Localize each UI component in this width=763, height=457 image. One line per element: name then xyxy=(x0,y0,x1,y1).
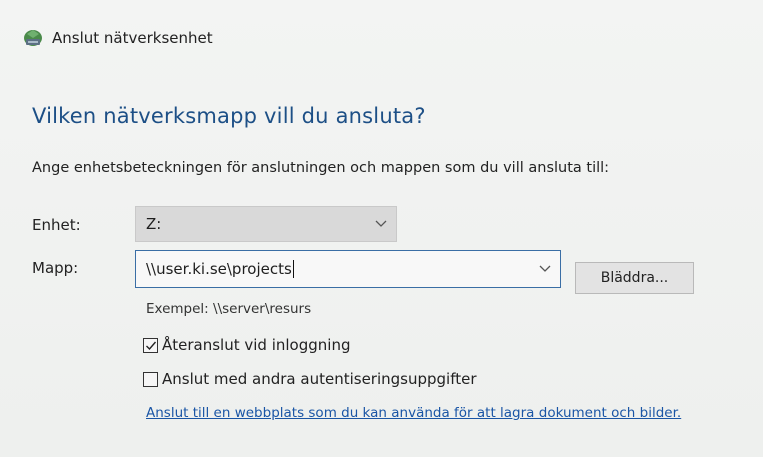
folder-input[interactable]: \\user.ki.se\projects xyxy=(135,250,561,288)
page-heading: Vilken nätverksmapp vill du ansluta? xyxy=(32,104,426,128)
drive-value: Z: xyxy=(146,215,162,233)
chevron-down-icon xyxy=(374,216,388,230)
folder-label: Mapp: xyxy=(32,259,79,277)
drive-select[interactable]: Z: xyxy=(135,206,397,242)
text-caret xyxy=(292,260,294,278)
other-credentials-option[interactable]: Anslut med andra autentiseringsuppgifter xyxy=(143,370,477,388)
reconnect-option[interactable]: Återanslut vid inloggning xyxy=(143,336,350,354)
chevron-down-icon[interactable] xyxy=(538,261,552,275)
reconnect-label: Återanslut vid inloggning xyxy=(162,336,351,354)
network-drive-icon xyxy=(22,27,44,49)
window-title: Anslut nätverksenhet xyxy=(52,29,213,47)
folder-value: \\user.ki.se\projects xyxy=(146,260,292,278)
drive-label: Enhet: xyxy=(32,216,81,234)
checkmark-icon xyxy=(146,341,157,350)
website-storage-link[interactable]: Anslut till en webbplats som du kan anvä… xyxy=(146,405,681,421)
browse-button[interactable]: Bläddra... xyxy=(575,262,694,294)
title-bar: Anslut nätverksenhet xyxy=(22,26,213,50)
map-network-drive-dialog: Anslut nätverksenhet Vilken nätverksmapp… xyxy=(0,0,763,457)
other-credentials-label: Anslut med andra autentiseringsuppgifter xyxy=(162,370,477,388)
other-credentials-checkbox[interactable] xyxy=(143,371,158,387)
instruction-text: Ange enhetsbeteckningen för anslutningen… xyxy=(32,160,610,176)
example-text: Exempel: \\server\resurs xyxy=(146,301,312,317)
reconnect-checkbox[interactable] xyxy=(143,337,158,353)
